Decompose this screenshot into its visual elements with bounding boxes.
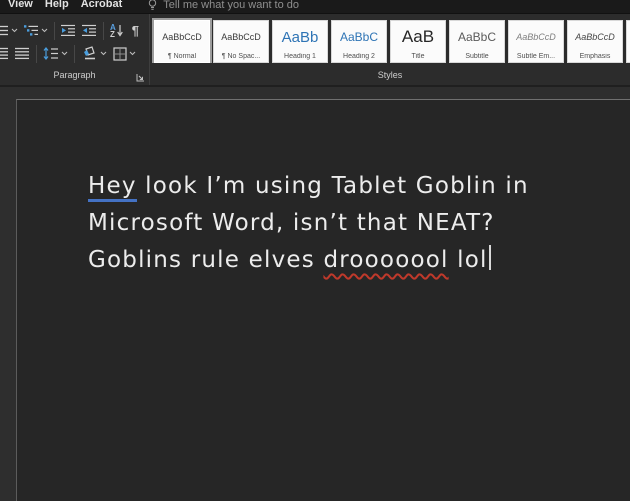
shading-icon <box>84 46 95 60</box>
sort-button[interactable]: A Z <box>107 22 126 40</box>
multilevel-list-icon <box>24 25 38 36</box>
style-heading-1[interactable]: AaBb Heading 1 <box>272 20 328 63</box>
tell-me-search[interactable]: Tell me what you want to do <box>148 0 299 11</box>
word-app-window: View Help Acrobat Tell me what you want … <box>0 0 630 501</box>
style-sample: AaB <box>401 27 435 46</box>
style-sample: AaBbC <box>457 30 497 44</box>
decrease-indent-button[interactable] <box>58 22 79 39</box>
misspelled-word: drooooool <box>323 247 449 273</box>
ribbon: A Z ¶ Paragraph AaBbCcD ¶ Normal AaBbCcD… <box>0 14 630 87</box>
paragraph-group-label: Paragraph <box>53 70 96 80</box>
tell-me-label: Tell me what you want to do <box>163 0 300 11</box>
styles-group-label: Styles <box>377 70 403 80</box>
separator <box>103 21 104 40</box>
sort-icon: A Z <box>110 22 116 39</box>
style-label: Subtitle <box>465 53 489 60</box>
style-sample: AaBbCcD <box>162 32 202 42</box>
grammar-underlined-word: Hey <box>88 173 137 202</box>
style-title[interactable]: AaB Title <box>390 20 446 63</box>
lightbulb-icon <box>149 0 157 10</box>
line-spacing-button[interactable] <box>40 45 71 62</box>
style-subtle-emphasis[interactable]: AaBbCcD Subtle Em... <box>508 20 564 63</box>
style-sample: AaBbCcD <box>221 32 261 42</box>
paragraph-row-2 <box>0 42 149 65</box>
document-line-2: Microsoft Word, isn’t that NEAT? <box>88 205 529 242</box>
increase-indent-icon <box>82 24 96 36</box>
borders-button[interactable] <box>110 45 139 63</box>
style-intense-emphasis[interactable]: AaB Inte <box>626 20 630 63</box>
shading-button[interactable] <box>78 44 110 63</box>
style-label: Emphasis <box>579 53 611 60</box>
chevron-down-icon <box>41 28 48 33</box>
menu-tab-acrobat[interactable]: Acrobat <box>81 0 149 12</box>
style-sample: AaBbCcD <box>516 32 556 42</box>
document-page[interactable]: Hey look I’m using Tablet Goblin in Micr… <box>16 99 630 501</box>
increase-indent-button[interactable] <box>79 22 100 39</box>
styles-gallery: AaBbCcD ¶ Normal AaBbCcD ¶ No Spac... Aa… <box>150 14 630 63</box>
paragraph-group: A Z ¶ Paragraph <box>0 14 149 85</box>
line-text: look I’m using Tablet Goblin in <box>136 173 529 199</box>
style-sample: AaBbCcD <box>575 32 615 42</box>
menu-bar: View Help Acrobat Tell me what you want … <box>0 0 630 14</box>
style-label: Heading 2 <box>343 53 375 60</box>
style-sample: AaBbC <box>339 30 379 44</box>
menu-tab-view[interactable]: View <box>8 0 45 12</box>
decrease-indent-icon <box>61 24 75 36</box>
align-right-button[interactable] <box>0 45 12 62</box>
multilevel-list-button[interactable] <box>21 22 51 39</box>
line-text: Microsoft Word, isn’t that NEAT? <box>88 210 495 236</box>
justify-button[interactable] <box>12 45 33 62</box>
styles-group: AaBbCcD ¶ Normal AaBbCcD ¶ No Spac... Aa… <box>150 14 630 85</box>
bullets-icon <box>0 25 8 36</box>
text-cursor <box>488 245 491 270</box>
separator <box>74 44 75 63</box>
style-label: ¶ Normal <box>167 53 197 60</box>
line-spacing-icon <box>43 47 58 60</box>
paragraph-row-1: A Z ¶ <box>0 19 149 42</box>
chevron-down-icon <box>61 51 68 56</box>
show-paragraph-marks-button[interactable]: ¶ <box>126 23 145 38</box>
style-emphasis[interactable]: AaBbCcD Emphasis <box>567 20 623 63</box>
justify-icon <box>15 47 29 60</box>
style-normal[interactable]: AaBbCcD ¶ Normal <box>152 18 212 63</box>
style-label: Subtle Em... <box>516 53 556 60</box>
separator <box>36 44 37 63</box>
style-label: Heading 1 <box>284 53 316 60</box>
style-heading-2[interactable]: AaBbC Heading 2 <box>331 20 387 63</box>
menu-tab-help[interactable]: Help <box>45 0 81 12</box>
borders-icon <box>113 46 127 61</box>
chevron-down-icon <box>11 28 18 33</box>
paragraph-dialog-launcher[interactable] <box>136 73 145 82</box>
bullets-button[interactable] <box>0 22 21 39</box>
style-label: ¶ No Spac... <box>221 53 261 60</box>
align-right-icon <box>0 47 8 60</box>
document-line-1: Hey look I’m using Tablet Goblin in <box>88 168 529 205</box>
document-text[interactable]: Hey look I’m using Tablet Goblin in Micr… <box>88 168 529 279</box>
separator <box>54 21 55 40</box>
style-label: Title <box>411 53 425 60</box>
sort-arrow-icon <box>116 25 123 37</box>
style-no-spacing[interactable]: AaBbCcD ¶ No Spac... <box>213 20 269 63</box>
document-line-3: Goblins rule elves drooooool lol <box>88 242 529 279</box>
style-sample: AaBb <box>281 28 319 46</box>
line-text: Goblins rule elves <box>88 247 324 273</box>
chevron-down-icon <box>100 51 107 56</box>
style-subtitle[interactable]: AaBbC Subtitle <box>449 20 505 63</box>
document-area: Hey look I’m using Tablet Goblin in Micr… <box>0 87 630 501</box>
line-text: lol <box>448 247 488 273</box>
chevron-down-icon <box>129 51 136 56</box>
